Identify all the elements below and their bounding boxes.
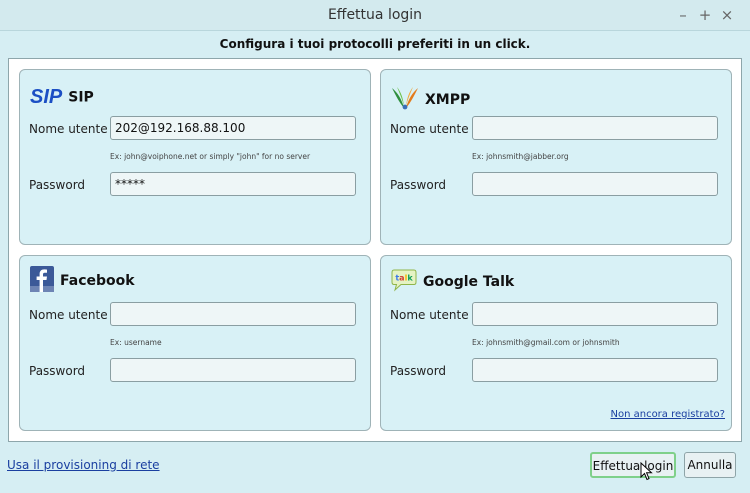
facebook-username-input[interactable] [110,302,356,326]
xmpp-password-label: Password [390,178,447,192]
login-dialog: Effettua login – + × Configura i tuoi pr… [0,0,750,493]
register-link[interactable]: Non ancora registrato? [610,409,725,420]
sip-username-input[interactable] [110,116,356,140]
facebook-username-label: Nome utente [29,308,108,322]
network-provisioning-link[interactable]: Usa il provisioning di rete [7,458,160,472]
xmpp-username-input[interactable] [472,116,718,140]
google-talk-panel: talk Google Talk Nome utente Ex: johnsmi… [380,255,732,431]
sip-logo-icon: SIP [30,86,63,108]
sip-panel: SIP SIP Nome utente Ex: john@voiphone.net… [19,69,371,245]
xmpp-panel-title: XMPP [425,92,471,108]
google-talk-panel-header: talk Google Talk [391,268,514,296]
sip-panel-header: SIP SIP [30,86,94,109]
google-talk-username-hint: Ex: johnsmith@gmail.com or johnsmith [472,338,620,347]
facebook-panel: Facebook Nome utente Ex: username Passwo… [19,255,371,431]
xmpp-password-input[interactable] [472,172,718,196]
page-heading: Configura i tuoi protocolli preferiti in… [219,37,531,51]
login-button[interactable]: Effettua login [590,452,676,478]
google-talk-panel-title: Google Talk [423,274,515,290]
facebook-username-hint: Ex: username [110,338,162,347]
facebook-logo-icon [30,266,54,296]
window-title: Effettua login [327,7,423,23]
close-button[interactable]: × [717,5,737,25]
protocols-frame: SIP SIP Nome utente Ex: john@voiphone.net… [8,58,742,442]
facebook-password-input[interactable] [110,358,356,382]
google-talk-username-input[interactable] [472,302,718,326]
xmpp-username-label: Nome utente [390,122,469,136]
facebook-panel-header: Facebook [30,266,135,296]
mouse-cursor-icon [640,461,654,482]
google-talk-username-label: Nome utente [390,308,469,322]
xmpp-username-hint: Ex: johnsmith@jabber.org [472,152,569,161]
sip-password-input[interactable] [110,172,356,196]
minimize-button[interactable]: – [673,5,693,25]
xmpp-panel-header: XMPP [391,86,470,114]
sip-username-label: Nome utente [29,122,108,136]
google-talk-password-input[interactable] [472,358,718,382]
sip-panel-title: SIP [68,89,94,106]
google-talk-password-label: Password [390,364,447,378]
facebook-panel-title: Facebook [60,273,135,289]
cancel-button[interactable]: Annulla [684,452,736,478]
sip-username-hint: Ex: john@voiphone.net or simply "john" f… [110,152,311,161]
facebook-password-label: Password [29,364,86,378]
google-talk-logo-icon: talk [391,268,417,296]
sip-password-label: Password [29,178,86,192]
xmpp-logo-icon [391,86,419,114]
title-bar: Effettua login – + × [0,0,750,31]
xmpp-panel: XMPP Nome utente Ex: johnsmith@jabber.or… [380,69,732,245]
svg-text:talk: talk [395,274,413,283]
maximize-button[interactable]: + [695,5,715,25]
